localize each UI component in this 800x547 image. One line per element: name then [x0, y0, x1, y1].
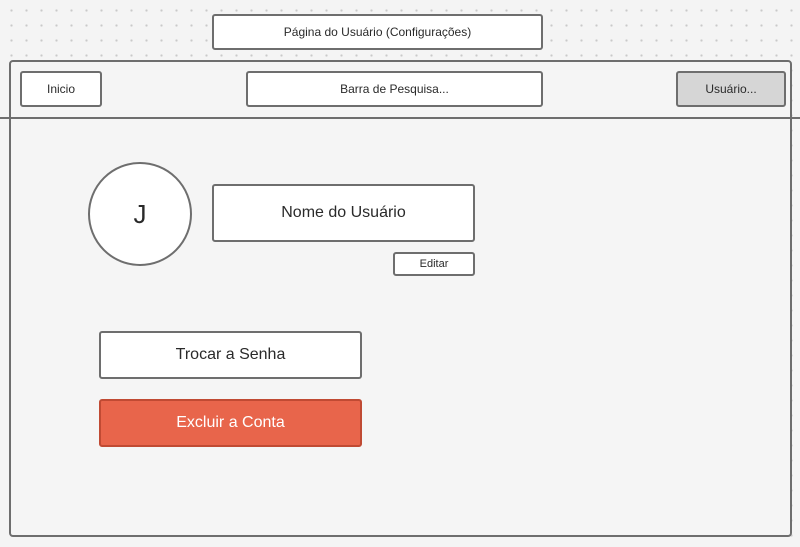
- app-window-frame: [9, 60, 792, 537]
- header-divider: [0, 117, 800, 119]
- home-button[interactable]: Inicio: [20, 71, 102, 107]
- delete-account-button[interactable]: Excluir a Conta: [99, 399, 362, 447]
- username-field: Nome do Usuário: [212, 184, 475, 242]
- change-password-button[interactable]: Trocar a Senha: [99, 331, 362, 379]
- search-bar[interactable]: Barra de Pesquisa...: [246, 71, 543, 107]
- avatar: J: [88, 162, 192, 266]
- page-title: Página do Usuário (Configurações): [212, 14, 543, 50]
- edit-username-button[interactable]: Editar: [393, 252, 475, 276]
- user-menu-button[interactable]: Usuário...: [676, 71, 786, 107]
